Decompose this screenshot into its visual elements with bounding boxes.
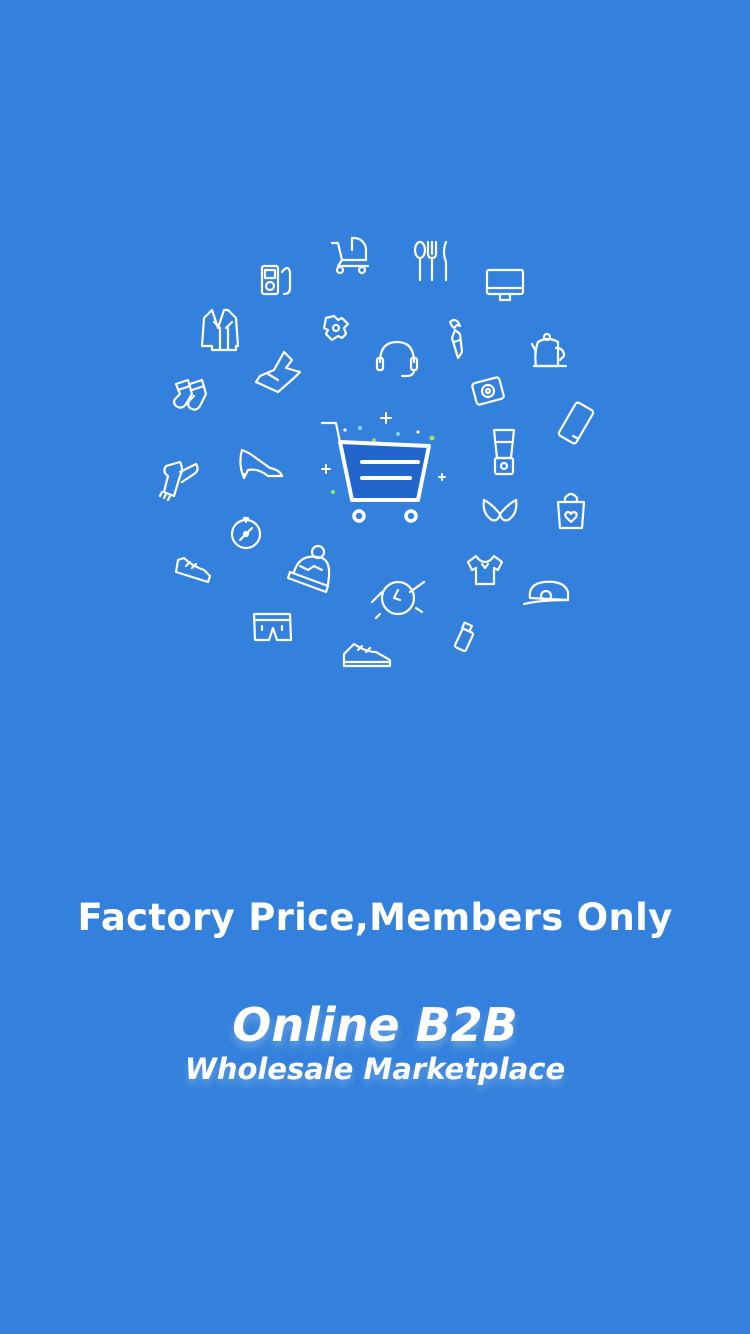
shorts-icon: [252, 612, 293, 642]
compass-icon: [230, 516, 262, 550]
wrench-tie-icon: [448, 318, 464, 360]
smartphone-icon: [557, 401, 595, 445]
scarf-icon: [158, 460, 199, 502]
mp3-player-icon: [260, 264, 292, 296]
blender-icon: [492, 428, 516, 476]
brand-title: Online B2B: [232, 998, 518, 1052]
shopping-cart-icon: [320, 421, 431, 523]
stroller-icon: [330, 236, 370, 275]
bra-icon: [482, 498, 518, 522]
baby-onesie-icon: [322, 314, 350, 342]
product-icons-illustration: [158, 236, 595, 668]
tagline: Factory Price,Members Only: [77, 896, 673, 939]
high-heel-icon: [239, 448, 284, 480]
socks-icon: [172, 378, 208, 411]
monitor-icon: [485, 268, 525, 302]
cap-icon: [522, 580, 570, 606]
jacket-icon: [200, 308, 240, 352]
sneaker-icon: [174, 556, 212, 584]
running-shoe-icon: [342, 642, 392, 668]
wristwatch-icon: [370, 580, 426, 620]
tshirt-icon: [466, 554, 504, 586]
splash-screen: Factory Price,Members Only Online B2B Wh…: [0, 0, 750, 1334]
camera-icon: [471, 376, 505, 406]
beanie-icon: [286, 544, 331, 594]
dress-icon: [254, 350, 302, 394]
kettle-icon: [530, 332, 568, 368]
cutlery-icon: [413, 240, 448, 282]
shopping-bag-icon: [556, 492, 586, 530]
headset-icon: [375, 340, 419, 378]
usb-drive-icon: [453, 621, 475, 653]
brand-subtitle: Wholesale Marketplace: [184, 1052, 566, 1086]
